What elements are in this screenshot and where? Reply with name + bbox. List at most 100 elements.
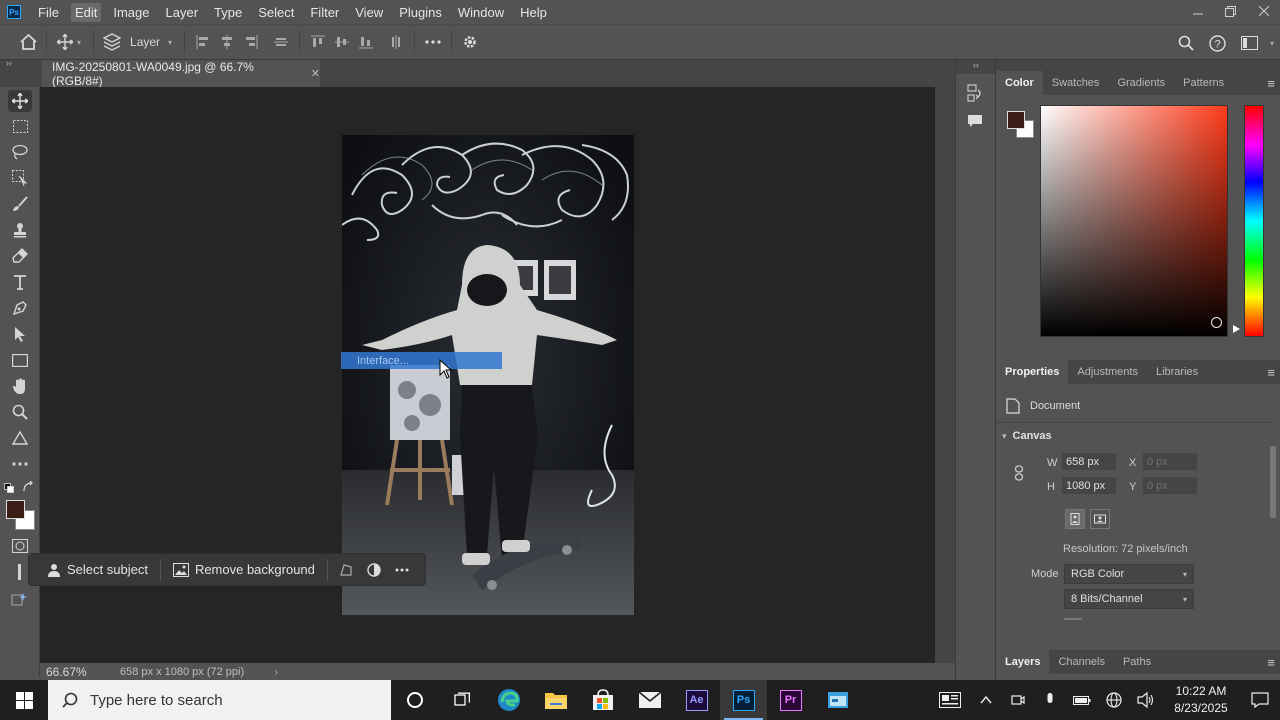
canvas-vertical-scrollbar[interactable]	[935, 87, 955, 663]
news-widget-icon[interactable]	[930, 680, 970, 720]
collapse-panels-icon[interactable]: ‹‹	[956, 60, 996, 74]
zoom-level[interactable]: 66.67%	[46, 665, 110, 679]
microphone-icon[interactable]	[1034, 680, 1066, 720]
chevron-right-icon[interactable]: ›	[274, 665, 278, 679]
close-icon[interactable]: ✕	[311, 67, 320, 80]
menu-help[interactable]: Help	[516, 3, 551, 22]
brush-tool-icon[interactable]	[8, 193, 32, 215]
menu-image[interactable]: Image	[109, 3, 153, 22]
distribute-vertical-icon[interactable]	[384, 30, 408, 54]
home-icon[interactable]	[16, 30, 40, 54]
foreground-color-swatch[interactable]	[6, 500, 25, 519]
tab-paths[interactable]: Paths	[1114, 650, 1160, 674]
more-options-icon[interactable]	[421, 30, 445, 54]
y-field[interactable]: 0 px	[1143, 477, 1197, 494]
zoom-tool-icon[interactable]	[8, 401, 32, 423]
more-tools-icon[interactable]	[8, 453, 32, 475]
tab-color[interactable]: Color	[996, 71, 1043, 95]
menu-filter[interactable]: Filter	[306, 3, 343, 22]
stamp-tool-icon[interactable]	[8, 219, 32, 241]
tab-properties[interactable]: Properties	[996, 360, 1069, 384]
more-options-icon[interactable]	[388, 557, 416, 583]
menu-select[interactable]: Select	[254, 3, 298, 22]
minimize-button[interactable]	[1181, 0, 1214, 22]
tab-layers[interactable]: Layers	[996, 650, 1050, 674]
align-top-icon[interactable]	[306, 30, 330, 54]
transform-icon[interactable]	[332, 557, 360, 583]
tab-swatches[interactable]: Swatches	[1043, 71, 1109, 95]
background-contents-swatch[interactable]	[1064, 618, 1082, 620]
taskbar-clock[interactable]: 10:22 AM 8/23/2025	[1162, 683, 1240, 717]
pen-tool-icon[interactable]	[8, 297, 32, 319]
expand-toolbar-icon[interactable]: ››	[6, 58, 12, 68]
height-field[interactable]: 1080 px	[1062, 477, 1116, 494]
premiere-icon[interactable]: Pr	[767, 680, 814, 720]
menu-layer[interactable]: Layer	[162, 3, 203, 22]
portrait-orientation-button[interactable]	[1065, 509, 1085, 529]
battery-icon[interactable]	[1066, 680, 1098, 720]
photoshop-logo[interactable]: Ps	[7, 5, 21, 19]
object-selection-tool-icon[interactable]	[8, 167, 32, 189]
auto-select-dropdown[interactable]: Layer ▾	[124, 35, 178, 49]
taskbar-search-box[interactable]: Type here to search	[48, 680, 391, 720]
lasso-tool-icon[interactable]	[8, 141, 32, 163]
eraser-tool-icon[interactable]	[8, 245, 32, 267]
tab-libraries[interactable]: Libraries	[1147, 360, 1207, 384]
color-field[interactable]	[1040, 105, 1228, 337]
menu-window[interactable]: Window	[454, 3, 508, 22]
chevron-down-icon[interactable]: ▾	[1270, 39, 1274, 55]
hue-slider-marker[interactable]	[1233, 325, 1240, 333]
triangle-tool-icon[interactable]	[8, 427, 32, 449]
cortana-icon[interactable]	[391, 680, 438, 720]
move-tool-icon[interactable]	[8, 90, 32, 112]
document-tab[interactable]: IMG-20250801-WA0049.jpg @ 66.7% (RGB/8#)…	[42, 60, 320, 88]
panel-foreground-swatch[interactable]	[1007, 111, 1025, 129]
workspace-icon[interactable]	[1238, 31, 1262, 55]
path-selection-tool-icon[interactable]	[8, 323, 32, 345]
menu-plugins[interactable]: Plugins	[395, 3, 446, 22]
chevron-up-icon[interactable]	[970, 680, 1002, 720]
default-colors-icon[interactable]	[4, 482, 14, 493]
hue-slider[interactable]	[1244, 105, 1264, 337]
canvas-section-header[interactable]: ▾ Canvas	[1002, 430, 1052, 442]
link-icon[interactable]	[1014, 465, 1024, 484]
distribute-icon[interactable]	[269, 30, 293, 54]
panel-menu-icon[interactable]: ≡	[1267, 76, 1275, 91]
menu-type[interactable]: Type	[210, 3, 246, 22]
chevron-down-icon[interactable]: ▾	[77, 38, 81, 47]
windows-start-button[interactable]	[0, 680, 48, 720]
type-tool-icon[interactable]	[8, 271, 32, 293]
x-field[interactable]: 0 px	[1143, 453, 1197, 470]
rectangle-tool-icon[interactable]	[8, 349, 32, 371]
edge-icon[interactable]	[485, 680, 532, 720]
tab-channels[interactable]: Channels	[1049, 650, 1113, 674]
document-image[interactable]	[342, 135, 634, 615]
tab-gradients[interactable]: Gradients	[1108, 71, 1174, 95]
landscape-orientation-button[interactable]	[1090, 509, 1110, 529]
photoshop-taskbar-icon[interactable]: Ps	[720, 680, 767, 720]
adjustment-icon[interactable]	[360, 557, 388, 583]
help-icon[interactable]: ?	[1206, 31, 1230, 55]
menu-view[interactable]: View	[351, 3, 387, 22]
auto-select-icon[interactable]	[100, 30, 124, 54]
properties-scroll-thumb[interactable]	[1270, 446, 1276, 518]
align-right-icon[interactable]	[239, 30, 263, 54]
marquee-tool-icon[interactable]	[8, 115, 32, 137]
width-field[interactable]: 658 px	[1062, 453, 1116, 470]
history-icon[interactable]	[964, 82, 986, 104]
mail-icon[interactable]	[626, 680, 673, 720]
close-window-button[interactable]	[1247, 0, 1280, 22]
panel-menu-icon[interactable]: ≡	[1267, 655, 1275, 670]
bit-depth-dropdown[interactable]: 8 Bits/Channel ▾	[1064, 589, 1194, 609]
align-bottom-icon[interactable]	[354, 30, 378, 54]
color-picker-marker[interactable]	[1211, 317, 1222, 328]
generative-layer-icon[interactable]	[8, 589, 32, 611]
file-explorer-icon[interactable]	[532, 680, 579, 720]
properties-scrollbar[interactable]	[1268, 430, 1278, 630]
move-tool-icon[interactable]	[53, 30, 77, 54]
after-effects-icon[interactable]: Ae	[673, 680, 720, 720]
align-center-icon[interactable]	[215, 30, 239, 54]
menu-edit[interactable]: Edit	[70, 2, 102, 22]
meet-now-icon[interactable]	[1002, 680, 1034, 720]
control-panel-icon[interactable]	[814, 680, 861, 720]
